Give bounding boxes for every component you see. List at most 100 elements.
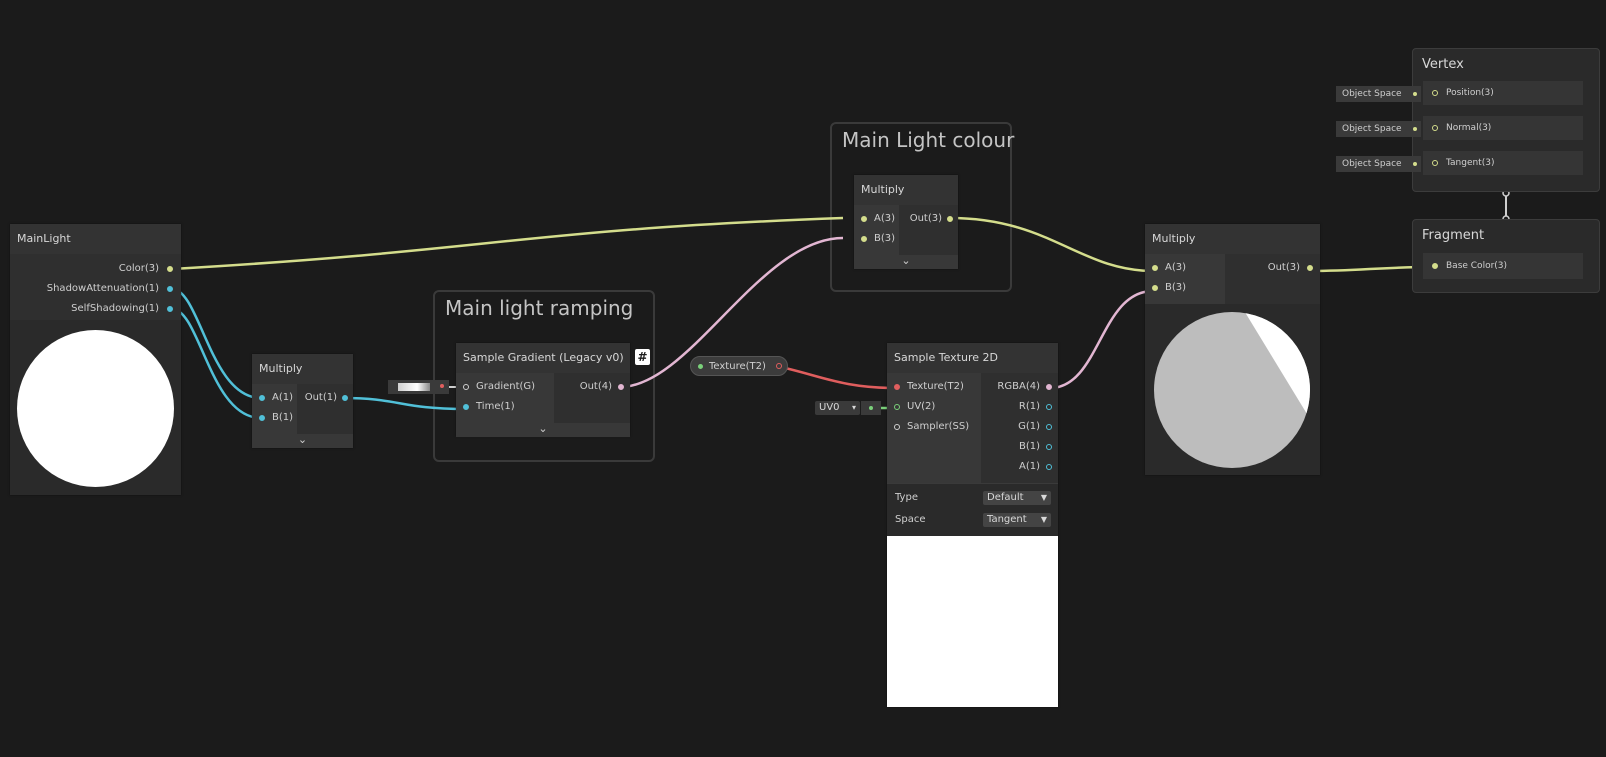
vertex-port-tangent[interactable]: Tangent(3) [1423, 151, 1583, 175]
group-title[interactable]: Main Light colour [842, 128, 1014, 152]
chevron-down-icon[interactable]: ⌄ [854, 255, 958, 269]
port-dot-icon[interactable] [167, 286, 173, 292]
input-port-uv[interactable]: UV(2) [907, 400, 935, 414]
wire-shadow-to-multiply-a[interactable] [171, 287, 262, 400]
port-dot-icon[interactable] [259, 415, 265, 421]
wire-texture-to-sample[interactable] [771, 363, 897, 390]
port-dot-icon[interactable] [463, 404, 469, 410]
node-sample-texture-2d[interactable]: Sample Texture 2D Texture(T2) UV(2) Samp… [887, 343, 1058, 707]
node-multiply-final[interactable]: Multiply A(3) B(3) Out(3) [1145, 224, 1320, 475]
output-port-out[interactable]: Out(3) [910, 212, 942, 226]
wire-rgba-to-final-b[interactable] [1049, 289, 1154, 390]
port-dot-icon[interactable] [1432, 90, 1438, 96]
port-dot-icon[interactable] [1307, 265, 1313, 271]
port-dot-icon[interactable] [1152, 285, 1158, 291]
node-title: Multiply [854, 175, 958, 205]
port-dot-icon[interactable] [894, 424, 900, 430]
input-port-b[interactable]: B(3) [1165, 281, 1186, 295]
field-label: Object Space [1342, 124, 1402, 134]
port-dot-icon[interactable] [947, 216, 953, 222]
port-label: Position(3) [1446, 88, 1494, 98]
port-dot-icon[interactable] [1046, 464, 1052, 470]
input-port-a[interactable]: A(1) [272, 391, 293, 405]
vertex-title: Vertex [1422, 57, 1464, 72]
output-port-r[interactable]: R(1) [1019, 400, 1040, 414]
output-port-color[interactable]: Color(3) [119, 262, 159, 276]
space-dropdown[interactable]: Tangent ▼ [983, 513, 1051, 527]
port-dot-icon[interactable] [1046, 384, 1052, 390]
wire-color-to-multiply-a[interactable] [171, 216, 844, 271]
node-multiply-float[interactable]: Multiply A(1) B(1) Out(1) ⌄ [252, 354, 353, 448]
fragment-port-base-color[interactable]: Base Color(3) [1423, 253, 1583, 279]
port-dot-icon [698, 364, 703, 369]
port-dot-icon[interactable] [1432, 160, 1438, 166]
uv-channel-dropdown[interactable]: UV0 ▾ [815, 401, 860, 415]
object-space-field-normal[interactable]: Object Space [1336, 121, 1421, 137]
gradient-swatch[interactable] [398, 383, 430, 391]
chevron-down-icon[interactable]: ⌄ [456, 423, 630, 437]
port-dot-icon[interactable] [1046, 444, 1052, 450]
node-title: Multiply [252, 354, 353, 384]
type-value: Default [987, 492, 1024, 503]
port-dot-icon[interactable] [618, 384, 624, 390]
port-dot-icon[interactable] [463, 384, 469, 390]
wire-selfshadow-to-multiply-b[interactable] [171, 307, 262, 420]
input-port-b[interactable]: B(1) [272, 411, 293, 425]
port-dot-icon[interactable] [1152, 265, 1158, 271]
type-dropdown[interactable]: Default ▼ [983, 491, 1051, 505]
port-dot-icon[interactable] [259, 395, 265, 401]
port-dot-icon[interactable] [1046, 424, 1052, 430]
fragment-title: Fragment [1422, 228, 1485, 243]
texture-preview [887, 536, 1058, 707]
object-space-field-position[interactable]: Object Space [1336, 86, 1421, 102]
node-sample-gradient[interactable]: Sample Gradient (Legacy v0) Gradient(G) … [456, 343, 630, 437]
port-dot-icon[interactable] [1432, 125, 1438, 131]
uv-channel-field[interactable]: UV0 ▾ [815, 401, 881, 415]
output-port-rgba[interactable]: RGBA(4) [997, 380, 1040, 394]
uv-channel-value: UV0 [819, 402, 840, 413]
output-port-b[interactable]: B(1) [1019, 440, 1040, 454]
object-space-field-tangent[interactable]: Object Space [1336, 156, 1421, 172]
vertex-port-position[interactable]: Position(3) [1423, 81, 1583, 105]
port-dot-icon[interactable] [894, 384, 900, 390]
port-dot-icon[interactable] [861, 216, 867, 222]
texture-property-node[interactable]: Texture(T2) [690, 356, 788, 376]
node-multiply-colour[interactable]: Multiply A(3) B(3) Out(3) ⌄ [854, 175, 958, 269]
output-port-out[interactable]: Out(4) [580, 380, 612, 394]
port-dot-icon[interactable] [861, 236, 867, 242]
port-dot-icon[interactable] [167, 306, 173, 312]
input-port-a[interactable]: A(3) [1165, 261, 1186, 275]
chevron-down-icon[interactable]: ⌄ [252, 434, 353, 448]
port-dot-icon[interactable] [342, 395, 348, 401]
port-dot-icon [1413, 127, 1417, 131]
type-label: Type [895, 492, 918, 503]
input-port-texture[interactable]: Texture(T2) [907, 380, 964, 394]
group-title[interactable]: Main light ramping [445, 296, 633, 320]
input-port-gradient[interactable]: Gradient(G) [476, 380, 535, 394]
output-port-g[interactable]: G(1) [1018, 420, 1040, 434]
output-port-out[interactable]: Out(3) [1268, 261, 1300, 275]
input-port-sampler[interactable]: Sampler(SS) [907, 420, 969, 434]
port-dot-icon[interactable] [894, 404, 900, 410]
port-dot-icon[interactable] [1432, 263, 1438, 269]
port-dot-icon[interactable] [167, 266, 173, 272]
node-title: Sample Texture 2D [887, 343, 1058, 373]
input-port-time[interactable]: Time(1) [476, 400, 515, 414]
input-port-b[interactable]: B(3) [874, 232, 895, 246]
fragment-context[interactable]: Fragment Base Color(3) [1412, 219, 1600, 293]
output-port-a[interactable]: A(1) [1019, 460, 1040, 474]
input-port-a[interactable]: A(3) [874, 212, 895, 226]
node-main-light[interactable]: MainLight Color(3) ShadowAttenuation(1) … [10, 224, 181, 495]
port-dot-icon[interactable] [1046, 404, 1052, 410]
precision-badge-icon[interactable]: # [635, 349, 650, 365]
space-value: Tangent [987, 514, 1027, 525]
caret-down-icon: ▼ [1040, 493, 1047, 502]
output-port-out[interactable]: Out(1) [305, 391, 337, 405]
vertex-port-normal[interactable]: Normal(3) [1423, 116, 1583, 140]
gradient-field[interactable] [388, 380, 449, 394]
vertex-context[interactable]: Vertex Position(3) Normal(3) Tangent(3) [1412, 48, 1600, 192]
port-dot-icon[interactable] [776, 363, 782, 369]
port-dot-icon [1413, 162, 1417, 166]
output-port-self-shadowing[interactable]: SelfShadowing(1) [71, 302, 159, 316]
output-port-shadow-attenuation[interactable]: ShadowAttenuation(1) [47, 282, 159, 296]
